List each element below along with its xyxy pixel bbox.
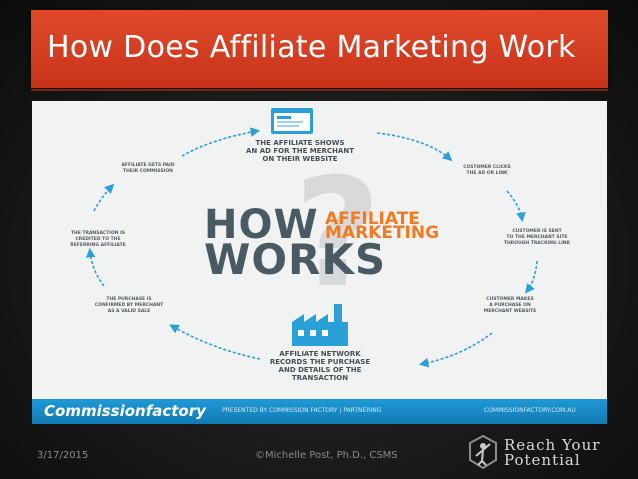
step-transaction-credited: THE TRANSACTION IS CREDITED TO THE REFER… bbox=[70, 231, 126, 248]
title-divider bbox=[31, 89, 608, 91]
reach-your-potential-logo-text: Reach Your Potential bbox=[504, 436, 601, 469]
website-ad-icon bbox=[271, 108, 313, 134]
step-customer-purchase: CUSTOMER MAKES A PURCHASE ON MERCHANT WE… bbox=[483, 297, 537, 314]
center-marketing: MARKETING bbox=[325, 223, 440, 243]
infographic-footer-strip: Commissionfactory PRESENTED BY COMMISSIO… bbox=[32, 399, 607, 424]
infographic-footer-url: COMMISSIONFACTORY.COM.AU bbox=[484, 407, 576, 414]
slide-author: ©Michelle Post, Ph.D., CSMS bbox=[255, 450, 398, 461]
step-network-records: AFFILIATE NETWORK RECORDS THE PURCHASE A… bbox=[269, 350, 371, 382]
arrow-bottom-left bbox=[169, 324, 261, 360]
reach-your-potential-logo-icon bbox=[469, 434, 497, 470]
arrow-top-right bbox=[376, 132, 453, 162]
step-customer-clicks: CUSTOMER CLICKS THE AD OR LINK bbox=[463, 165, 511, 176]
arrow-right-upper bbox=[506, 190, 526, 223]
arrow-left-lower bbox=[85, 247, 105, 287]
step-customer-sent: CUSTOMER IS SENT TO THE MERCHANT SITE TH… bbox=[503, 229, 571, 246]
slide-date: 3/17/2015 bbox=[37, 450, 89, 461]
step-affiliate-shows-ad: THE AFFILIATE SHOWS AN AD FOR THE MERCHA… bbox=[246, 139, 354, 163]
center-works: WORKS bbox=[204, 235, 387, 284]
infographic-footer-credit: PRESENTED BY COMMISSION FACTORY | PARTNE… bbox=[222, 407, 382, 414]
affiliate-infographic: ? HOW WORKS AFFILIATE MARKETING THE AFFI… bbox=[32, 101, 607, 424]
arrow-left-upper bbox=[93, 183, 115, 212]
step-affiliate-paid: AFFILIATE GETS PAID THEIR COMMISSION bbox=[121, 163, 175, 174]
step-purchase-confirmed: THE PURCHASE IS CONFIRMED BY MERCHANT AS… bbox=[94, 297, 164, 314]
slide-title-bar: How Does Affiliate Marketing Work bbox=[31, 10, 608, 88]
commissionfactory-logo: Commissionfactory bbox=[44, 402, 206, 420]
slide-title: How Does Affiliate Marketing Work bbox=[47, 30, 576, 65]
arrow-right-lower bbox=[525, 260, 538, 294]
arrow-bottom-right bbox=[418, 332, 493, 368]
